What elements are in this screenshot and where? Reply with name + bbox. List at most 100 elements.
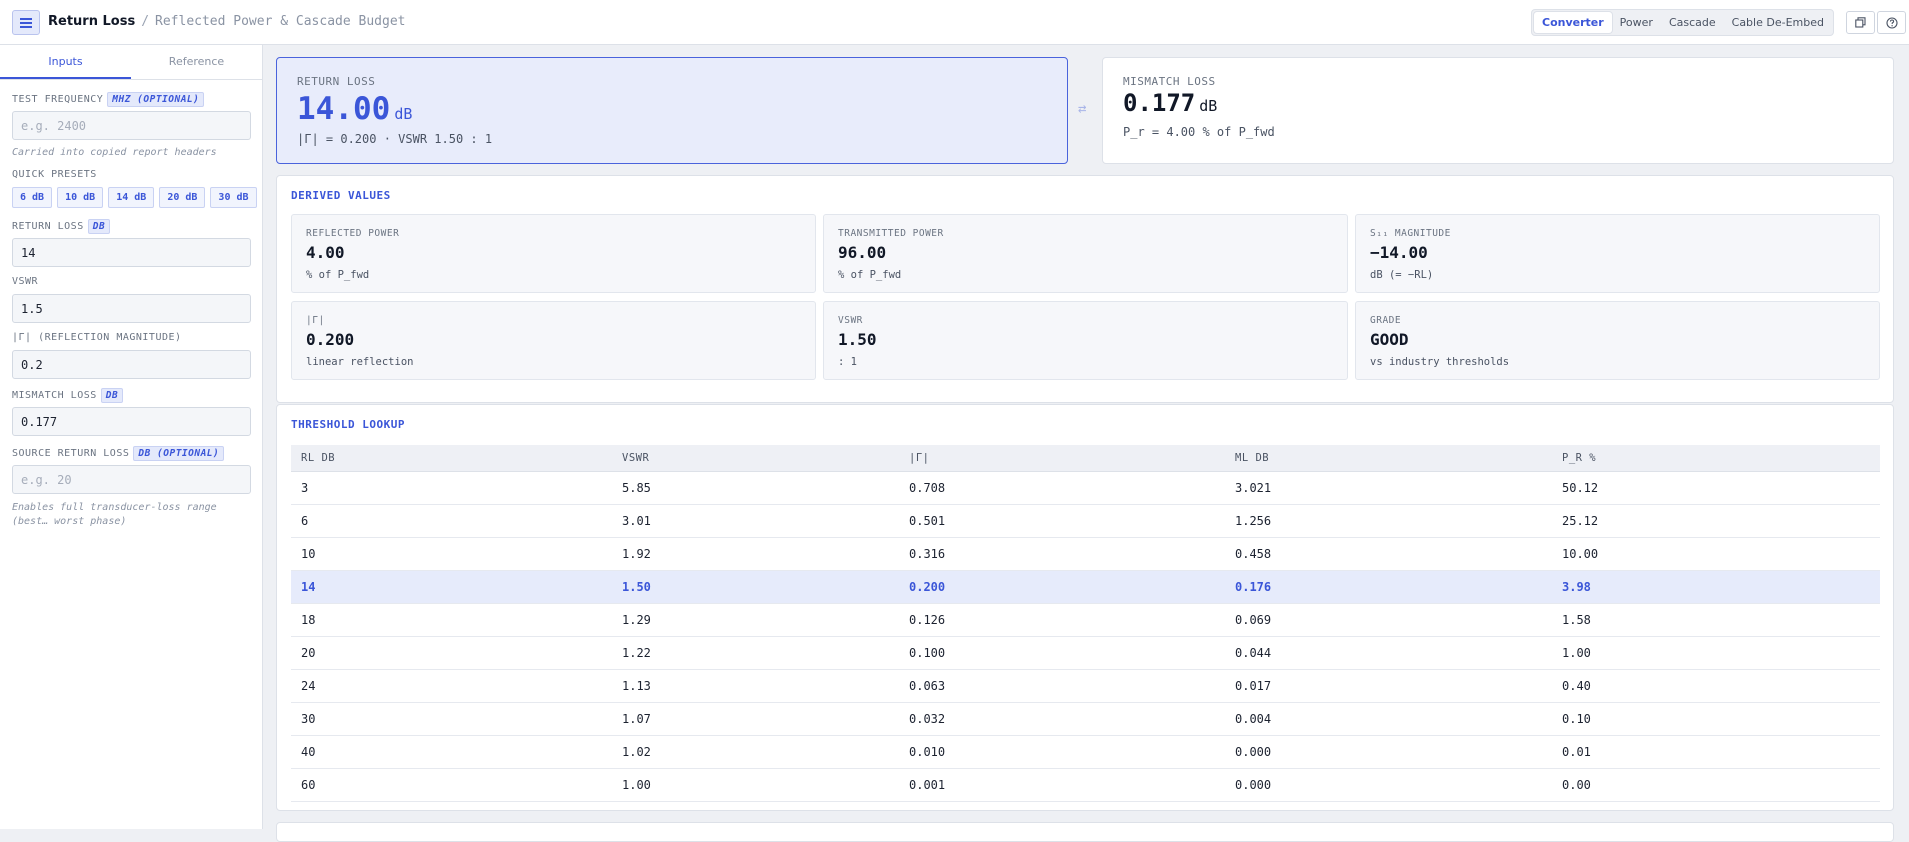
table-cell: 0.126 — [909, 613, 946, 627]
table-cell: 1.256 — [1235, 514, 1272, 528]
table-row[interactable]: 18 1.29 0.126 0.069 1.58 — [291, 604, 1880, 637]
page-title: Return Loss — [48, 14, 136, 29]
table-cell: 5.85 — [622, 481, 651, 495]
return-loss-card-label: RETURN LOSS — [297, 75, 376, 88]
derived-vswr: VSWR 1.50 : 1 — [823, 301, 1348, 380]
return-loss-summary: |Γ| = 0.200 · VSWR 1.50 : 1 — [297, 132, 493, 146]
source-return-loss-hint: Enables full transducer-loss range (best… — [12, 502, 217, 527]
preset-6db[interactable]: 6 dB — [12, 187, 53, 208]
derived-reflected-power: REFLECTED POWER 4.00 % of P_fwd — [291, 214, 816, 293]
table-cell: 14 — [301, 580, 316, 594]
derived-label: REFLECTED POWER — [306, 228, 400, 239]
preset-14db[interactable]: 14 dB — [108, 187, 155, 208]
return-loss-value: 14.00 — [297, 91, 391, 127]
table-cell: 20 — [301, 646, 316, 660]
column-header[interactable]: P_R % — [1552, 452, 1880, 464]
table-cell: 25.12 — [1562, 514, 1599, 528]
derived-label: |Γ| — [306, 315, 325, 326]
table-row[interactable]: 20 1.22 0.100 0.044 1.00 — [291, 637, 1880, 670]
table-cell: 3 — [301, 481, 309, 495]
copy-button[interactable] — [1846, 11, 1875, 34]
return-loss-unit: DB — [87, 219, 111, 234]
mismatch-loss-card: MISMATCH LOSS 0.177 dB P_r = 4.00 % of P_… — [1102, 57, 1894, 164]
preset-30db[interactable]: 30 dB — [210, 187, 257, 208]
threshold-lookup-panel: THRESHOLD LOOKUP RL DB VSWR |Γ| ML DB P_… — [276, 404, 1894, 811]
swap-icon[interactable]: ⇄ — [1078, 101, 1086, 117]
preset-10db[interactable]: 10 dB — [57, 187, 104, 208]
table-cell: 0.316 — [909, 547, 946, 561]
menu-button[interactable] — [12, 10, 40, 35]
gamma-input[interactable] — [12, 350, 251, 379]
derived-label: TRANSMITTED POWER — [838, 228, 944, 239]
table-cell: 0.00 — [1562, 778, 1591, 792]
table-cell: 0.044 — [1235, 646, 1272, 660]
table-cell: 1.00 — [1562, 646, 1591, 660]
top-bar: Return Loss / Reflected Power & Cascade Bu… — [0, 0, 1909, 45]
tab-inputs[interactable]: Inputs — [0, 45, 131, 79]
table-cell: 50.12 — [1562, 481, 1599, 495]
table-row-selected[interactable]: 14 1.50 0.200 0.176 3.98 — [291, 571, 1880, 604]
derived-value: 96.00 — [838, 243, 887, 262]
table-cell: 0.004 — [1235, 712, 1272, 726]
table-row[interactable]: 40 1.02 0.010 0.000 0.01 — [291, 736, 1880, 769]
table-cell: 0.01 — [1562, 745, 1591, 759]
derived-label: GRADE — [1370, 315, 1402, 326]
derived-sub: linear reflection — [306, 356, 414, 368]
table-row[interactable]: 3 5.85 0.708 3.021 50.12 — [291, 472, 1880, 505]
column-header[interactable]: ML DB — [1225, 452, 1552, 464]
table-cell: 18 — [301, 613, 316, 627]
table-cell: 0.200 — [909, 580, 946, 594]
table-cell: 24 — [301, 679, 316, 693]
derived-gamma: |Γ| 0.200 linear reflection — [291, 301, 816, 380]
table-row[interactable]: 6 3.01 0.501 1.256 25.12 — [291, 505, 1880, 538]
mode-switcher: Converter Power Cascade Cable De-Embed — [1531, 9, 1834, 36]
table-cell: 0.001 — [909, 778, 946, 792]
mismatch-loss-input[interactable] — [12, 407, 251, 436]
mode-power[interactable]: Power — [1612, 12, 1661, 33]
table-row[interactable]: 30 1.07 0.032 0.004 0.10 — [291, 703, 1880, 736]
table-row[interactable]: 24 1.13 0.063 0.017 0.40 — [291, 670, 1880, 703]
tab-reference[interactable]: Reference — [131, 45, 262, 79]
page-subtitle: Reflected Power & Cascade Budget — [155, 14, 406, 29]
table-cell: 0.017 — [1235, 679, 1272, 693]
column-header[interactable]: |Γ| — [899, 452, 1225, 464]
mismatch-loss-summary: P_r = 4.00 % of P_fwd — [1123, 125, 1275, 139]
test-frequency-input[interactable] — [12, 111, 251, 140]
column-header[interactable]: VSWR — [612, 452, 899, 464]
table-cell: 10.00 — [1562, 547, 1599, 561]
return-loss-card: RETURN LOSS 14.00 dB |Γ| = 0.200 · VSWR 1… — [276, 57, 1068, 164]
preset-20db[interactable]: 20 dB — [159, 187, 206, 208]
test-frequency-unit: MHZ (OPTIONAL) — [107, 92, 205, 107]
table-cell: 0.063 — [909, 679, 946, 693]
column-header[interactable]: RL DB — [291, 452, 612, 464]
table-row[interactable]: 10 1.92 0.316 0.458 10.00 — [291, 538, 1880, 571]
source-return-loss-label: SOURCE RETURN LOSS DB (OPTIONAL) — [12, 446, 225, 461]
mismatch-loss-result: 0.177 dB — [1123, 89, 1217, 117]
mode-cascade[interactable]: Cascade — [1661, 12, 1724, 33]
next-panel — [276, 822, 1894, 842]
source-return-loss-input[interactable] — [12, 465, 251, 494]
return-loss-result: 14.00 dB — [297, 91, 412, 127]
test-frequency-label: TEST FREQUENCY MHZ (OPTIONAL) — [12, 92, 205, 107]
table-cell: 3.021 — [1235, 481, 1272, 495]
test-frequency-hint: Carried into copied report headers — [12, 147, 217, 158]
mismatch-loss-unit: DB — [100, 388, 124, 403]
help-button[interactable] — [1877, 11, 1906, 34]
vswr-input[interactable] — [12, 294, 251, 323]
derived-grade: GRADE GOOD vs industry thresholds — [1355, 301, 1880, 380]
table-cell: 1.22 — [622, 646, 651, 660]
table-cell: 1.13 — [622, 679, 651, 693]
mismatch-loss-label: MISMATCH LOSS DB — [12, 388, 124, 403]
table-cell: 10 — [301, 547, 316, 561]
table-cell: 1.92 — [622, 547, 651, 561]
mode-cable-de-embed[interactable]: Cable De-Embed — [1724, 12, 1832, 33]
return-loss-input[interactable] — [12, 238, 251, 267]
table-row[interactable]: 60 1.00 0.001 0.000 0.00 — [291, 769, 1880, 802]
derived-sub: dB (= −RL) — [1370, 269, 1434, 281]
mismatch-loss-card-label: MISMATCH LOSS — [1123, 75, 1216, 88]
mode-converter[interactable]: Converter — [1534, 12, 1612, 33]
derived-values-panel: DERIVED VALUES REFLECTED POWER 4.00 % of… — [276, 175, 1894, 403]
derived-value: GOOD — [1370, 330, 1409, 349]
derived-sub: : 1 — [838, 356, 857, 368]
table-cell: 0.000 — [1235, 745, 1272, 759]
